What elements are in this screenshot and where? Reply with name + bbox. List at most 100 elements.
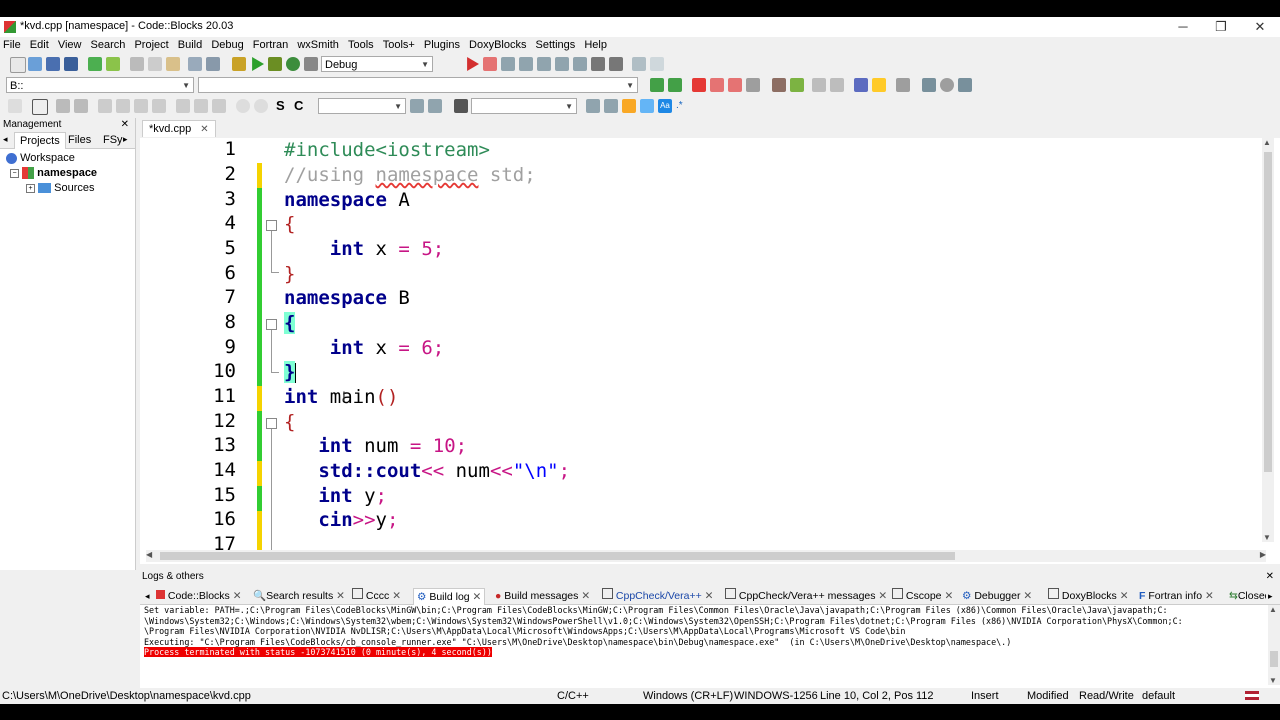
chevron-right-icon[interactable]: ▸ (123, 134, 128, 145)
scroll-thumb[interactable] (1264, 152, 1272, 472)
wrench-icon[interactable] (896, 78, 910, 92)
code-completion-icon[interactable] (772, 78, 786, 92)
uncomment-icon[interactable] (830, 78, 844, 92)
log-tab-cppcheck-messages[interactable]: CppCheck/Vera++ messages ✕ (725, 588, 887, 604)
comment-icon[interactable] (812, 78, 826, 92)
rebuild-icon[interactable] (286, 57, 300, 71)
record-icon[interactable] (940, 78, 954, 92)
log-tab-doxyblocks[interactable]: DoxyBlocks ✕ (1048, 588, 1129, 604)
box2-icon[interactable] (194, 99, 208, 113)
match-case-icon[interactable]: Aa (658, 99, 672, 113)
abort-icon[interactable] (304, 57, 318, 71)
strikethrough-s-icon[interactable]: S (276, 99, 290, 113)
regex-icon[interactable]: .* (676, 99, 690, 113)
log-tab-debugger[interactable]: ⚙ Debugger ✕ (962, 588, 1032, 604)
close-icon[interactable]: ✕ (473, 591, 482, 603)
incremental-search-input[interactable]: ▼ (471, 98, 577, 114)
close-icon[interactable]: ✕ (878, 590, 887, 602)
zoom-out-icon[interactable] (254, 99, 268, 113)
frame-icon[interactable] (32, 99, 48, 115)
fold-toggle[interactable] (266, 319, 277, 330)
save-icon[interactable] (46, 57, 60, 71)
search-settings-icon[interactable] (428, 99, 442, 113)
menu-search[interactable]: Search (88, 37, 129, 53)
menu-doxyblocks[interactable]: DoxyBlocks (466, 37, 529, 53)
logs-scrollbar[interactable]: ▲ ▼ (1268, 605, 1280, 685)
collapse-icon[interactable]: − (10, 168, 19, 178)
goto-prev-icon[interactable] (922, 78, 936, 92)
scroll-down-icon[interactable]: ▼ (1269, 676, 1277, 685)
pause-icon[interactable] (591, 57, 605, 71)
c-icon[interactable]: C (294, 99, 308, 113)
jump-back-icon[interactable] (650, 78, 664, 92)
build-target-select[interactable]: Debug ▼ (321, 56, 433, 72)
menu-fortran[interactable]: Fortran (250, 37, 291, 53)
open-file-icon[interactable] (28, 57, 42, 71)
chevron-left-icon[interactable]: ◂ (3, 134, 8, 145)
expand-icon[interactable]: + (26, 183, 35, 193)
find-icon[interactable] (188, 57, 202, 71)
scroll-thumb[interactable] (160, 552, 955, 560)
step-into-icon[interactable] (519, 57, 533, 71)
close-icon[interactable]: ✕ (1023, 590, 1032, 602)
log-tab-search-results[interactable]: 🔍Search results ✕ (253, 588, 345, 604)
tab-files[interactable]: Files (68, 134, 91, 146)
close-icon[interactable]: ✕ (1205, 590, 1214, 602)
align-left-icon[interactable] (98, 99, 112, 113)
layout-icon[interactable] (56, 99, 70, 113)
step-instruction-icon[interactable] (573, 57, 587, 71)
menu-settings[interactable]: Settings (533, 37, 579, 53)
log-tab-cppcheck[interactable]: CppCheck/Vera++ ✕ (602, 588, 713, 604)
layout2-icon[interactable] (74, 99, 88, 113)
log-tab-closed[interactable]: ⇆Closed (1229, 588, 1266, 604)
code-editor[interactable]: *kvd.cpp ✕ 1 2 3 4 5 6 7 8 9 10 11 12 13… (140, 118, 1280, 564)
clear-bookmarks-icon[interactable] (746, 78, 760, 92)
log-tab-build-messages[interactable]: ● Build messages ✕ (495, 588, 590, 604)
save-all-icon[interactable] (64, 57, 78, 71)
box1-icon[interactable] (176, 99, 190, 113)
log-tab-codeblocks[interactable]: Code::Blocks ✕ (156, 588, 242, 604)
menu-debug[interactable]: Debug (208, 37, 246, 53)
close-icon[interactable]: ✕ (944, 590, 953, 602)
search-prev-icon[interactable] (586, 99, 600, 113)
run-to-cursor-icon[interactable] (483, 57, 497, 71)
highlight-icon[interactable] (622, 99, 636, 113)
clear-search-icon[interactable] (454, 99, 468, 113)
step-out-icon[interactable] (537, 57, 551, 71)
new-file-icon[interactable] (10, 57, 26, 73)
debug-info-icon[interactable] (650, 57, 664, 71)
scroll-up-icon[interactable]: ▲ (1269, 605, 1277, 614)
build-gear-icon[interactable] (232, 57, 246, 71)
close-icon[interactable]: ✕ (392, 590, 401, 602)
rebuild-symbols-icon[interactable] (790, 78, 804, 92)
debug-windows-icon[interactable] (632, 57, 646, 71)
align-right-icon[interactable] (134, 99, 148, 113)
menu-wxsmith[interactable]: wxSmith (294, 37, 342, 53)
tree-project-namespace[interactable]: − namespace (10, 167, 97, 180)
menu-edit[interactable]: Edit (27, 37, 52, 53)
close-icon[interactable]: ✕ (705, 590, 714, 602)
align-center-icon[interactable] (116, 99, 130, 113)
tree-workspace[interactable]: Workspace (6, 152, 75, 164)
undo-icon[interactable] (88, 57, 102, 71)
replace-icon[interactable] (206, 57, 220, 71)
close-icon[interactable]: ✕ (581, 590, 590, 602)
align-justify-icon[interactable] (152, 99, 166, 113)
chevron-left-icon[interactable]: ◂ (145, 588, 150, 604)
doxy-icon[interactable] (854, 78, 868, 92)
fold-toggle[interactable] (266, 418, 277, 429)
copy-icon[interactable] (148, 57, 162, 71)
close-icon[interactable]: ✕ (336, 590, 345, 602)
log-tab-cccc[interactable]: Cccc ✕ (352, 588, 401, 604)
tab-projects[interactable]: Projects (14, 132, 66, 149)
pointer-icon[interactable] (8, 99, 22, 113)
scroll-down-icon[interactable]: ▼ (1263, 533, 1271, 542)
menu-tools-plus[interactable]: Tools+ (380, 37, 418, 53)
scroll-left-icon[interactable]: ◀ (146, 550, 152, 559)
next-line-icon[interactable] (501, 57, 515, 71)
tab-fsymbols[interactable]: FSy (103, 134, 123, 146)
restore-button[interactable]: ❐ (1201, 17, 1241, 37)
help-icon[interactable] (872, 78, 886, 92)
jump-forward-icon[interactable] (668, 78, 682, 92)
selected-text-icon[interactable] (640, 99, 654, 113)
